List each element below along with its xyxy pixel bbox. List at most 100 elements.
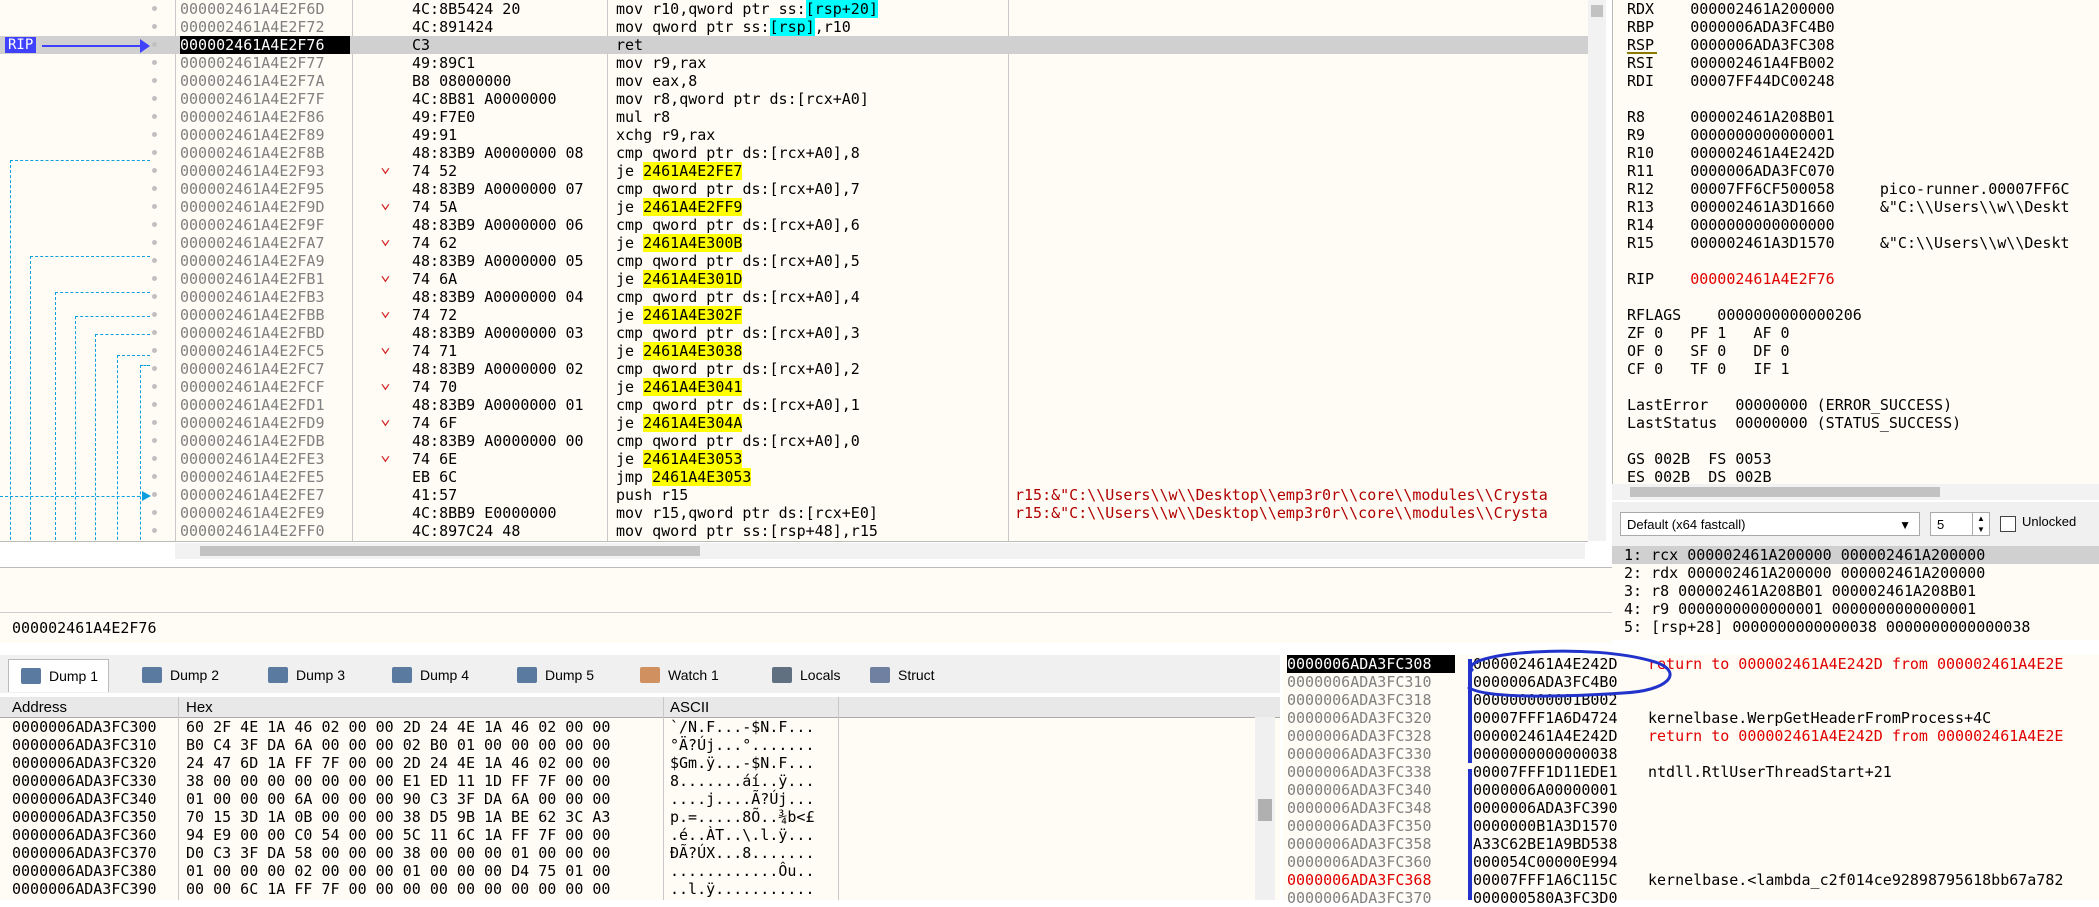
register-line[interactable]: R14 0000000000000000 — [1627, 216, 1835, 234]
breakpoint-dot-icon[interactable] — [152, 294, 157, 299]
breakpoint-dot-icon[interactable] — [152, 276, 157, 281]
tab-dump-5[interactable]: Dump 5 — [505, 659, 604, 691]
breakpoint-dot-icon[interactable] — [152, 510, 157, 515]
dump-row[interactable]: 0000006ADA3FC310 B0 C4 3F DA 6A 00 00 00 … — [0, 736, 1280, 754]
dump-ascii[interactable]: 8.......áí..ÿ... — [670, 772, 815, 790]
disasm-row[interactable]: 000002461A4E2FB1 ⌄ 74 6A je 2461A4E301D — [0, 264, 1588, 288]
jump-target[interactable]: 2461A4E3053 — [643, 450, 743, 468]
stack-row[interactable]: 0000006ADA3FC348 0000006ADA3FC390 — [1283, 799, 2099, 817]
register-line[interactable]: R8 000002461A208B01 — [1627, 108, 1835, 126]
stack-row[interactable]: 0000006ADA3FC370 000000580A3FC3D0 — [1283, 889, 2099, 907]
disasm-row[interactable]: 000002461A4E2F77 49:89C1 mov r9,rax — [0, 54, 1588, 72]
breakpoint-dot-icon[interactable] — [152, 42, 157, 47]
stack-view[interactable]: 0000006ADA3FC308 000002461A4E242D return t… — [1283, 649, 2099, 907]
register-line[interactable]: RBP 0000006ADA3FC4B0 — [1627, 18, 1835, 36]
jump-target[interactable]: 2461A4E300B — [643, 234, 743, 252]
stack-row[interactable]: 0000006ADA3FC330 0000000000000038 — [1283, 745, 2099, 763]
jump-target[interactable]: 2461A4E2FE7 — [643, 162, 743, 180]
register-line[interactable]: R9 0000000000000001 — [1627, 126, 1835, 144]
dump-hex[interactable]: 00 00 6C 1A FF 7F 00 00 00 00 00 00 00 0… — [186, 880, 610, 898]
disasm-row[interactable]: 000002461A4E2F95 48:83B9 A0000000 07 cmp q… — [0, 180, 1588, 198]
dump-hex[interactable]: 60 2F 4E 1A 46 02 00 00 2D 24 4E 1A 46 0… — [186, 718, 610, 736]
register-line[interactable]: RDI 00007FF44DC00248 — [1627, 72, 1835, 90]
register-line[interactable]: GS 002B FS 0053 — [1627, 450, 1772, 468]
scroll-thumb[interactable] — [1258, 799, 1272, 821]
breakpoint-dot-icon[interactable] — [152, 348, 157, 353]
dump-row[interactable]: 0000006ADA3FC380 01 00 00 00 02 00 00 00 … — [0, 862, 1280, 880]
dump-hex[interactable]: 70 15 3D 1A 0B 00 00 00 38 D5 9B 1A BE 6… — [186, 808, 610, 826]
disasm-vertical-scrollbar[interactable] — [1588, 0, 1606, 541]
stack-row[interactable]: 0000006ADA3FC328 000002461A4E242D return t… — [1283, 727, 2099, 745]
breakpoint-dot-icon[interactable] — [152, 438, 157, 443]
disasm-row[interactable]: 000002461A4E2F89 49:91 xchg r9,rax — [0, 126, 1588, 144]
breakpoint-dot-icon[interactable] — [152, 402, 157, 407]
breakpoint-dot-icon[interactable] — [152, 6, 157, 11]
disasm-row[interactable]: 000002461A4E2F7A B8 08000000 mov eax,8 — [0, 72, 1588, 90]
dump-hex[interactable]: B0 C4 3F DA 6A 00 00 00 02 B0 01 00 00 0… — [186, 736, 610, 754]
disasm-row[interactable]: 000002461A4E2FE5 EB 6C jmp 2461A4E3053 — [0, 468, 1588, 486]
disasm-row[interactable]: 000002461A4E2FE3 ⌄ 74 6E je 2461A4E3053 — [0, 444, 1588, 468]
dump-ascii[interactable]: ....j....Ã?Új... — [670, 790, 815, 808]
dump-row[interactable]: 0000006ADA3FC320 24 47 6D 1A FF 7F 00 00 … — [0, 754, 1280, 772]
dump-hex[interactable]: D0 C3 3F DA 58 00 00 00 38 00 00 00 01 0… — [186, 844, 610, 862]
dump-hex[interactable]: 94 E9 00 00 C0 54 00 00 5C 11 6C 1A FF 7… — [186, 826, 610, 844]
stack-row[interactable]: 0000006ADA3FC340 0000006A00000001 — [1283, 781, 2099, 799]
register-line[interactable]: R13 000002461A3D1660 &"C:\\Users\\w\\Des… — [1627, 198, 2070, 216]
scroll-thumb[interactable] — [200, 546, 700, 556]
breakpoint-dot-icon[interactable] — [152, 186, 157, 191]
breakpoint-dot-icon[interactable] — [152, 240, 157, 245]
breakpoint-dot-icon[interactable] — [152, 222, 157, 227]
tab-dump-2[interactable]: Dump 2 — [130, 659, 229, 691]
stack-row[interactable]: 0000006ADA3FC320 00007FFF1A6D4724 kernelba… — [1283, 709, 2099, 727]
dump-row[interactable]: 0000006ADA3FC300 60 2F 4E 1A 46 02 00 00 … — [0, 718, 1280, 736]
register-line[interactable]: LastStatus 00000000 (STATUS_SUCCESS) — [1627, 414, 1961, 432]
disasm-row[interactable]: 000002461A4E2FD1 48:83B9 A0000000 01 cmp q… — [0, 396, 1588, 414]
breakpoint-dot-icon[interactable] — [152, 420, 157, 425]
stack-row[interactable]: 0000006ADA3FC358 A33C62BE1A9BD538 — [1283, 835, 2099, 853]
breakpoint-dot-icon[interactable] — [152, 528, 157, 533]
register-line[interactable]: RDX 000002461A200000 — [1627, 0, 1835, 18]
dump-ascii[interactable]: ..l.ÿ........... — [670, 880, 815, 898]
disasm-row[interactable]: 000002461A4E2FD9 ⌄ 74 6F je 2461A4E304A — [0, 408, 1588, 432]
breakpoint-dot-icon[interactable] — [152, 456, 157, 461]
dump-hex[interactable]: 24 47 6D 1A FF 7F 00 00 2D 24 4E 1A 46 0… — [186, 754, 610, 772]
disasm-row[interactable]: 000002461A4E2FE7 41:57 push r15 r15:&"C:\\U… — [0, 486, 1588, 504]
dump-ascii[interactable]: .é..ÀT..\.l.ÿ... — [670, 826, 815, 844]
breakpoint-dot-icon[interactable] — [152, 492, 157, 497]
register-line[interactable]: ZF 0 PF 1 AF 0 — [1627, 324, 1790, 342]
jump-target[interactable]: 2461A4E301D — [643, 270, 743, 288]
disasm-row[interactable]: 000002461A4E2F93 ⌄ 74 52 je 2461A4E2FE7 — [0, 156, 1588, 180]
jump-target[interactable]: 2461A4E3053 — [652, 468, 752, 486]
disasm-row[interactable]: 000002461A4E2FF0 4C:897C24 48 mov qword pt… — [0, 522, 1588, 540]
register-line[interactable]: RFLAGS 0000000000000206 — [1627, 306, 1862, 324]
breakpoint-dot-icon[interactable] — [152, 60, 157, 65]
unlocked-checkbox[interactable] — [2000, 516, 2016, 532]
breakpoint-dot-icon[interactable] — [152, 384, 157, 389]
jump-target[interactable]: 2461A4E2FF9 — [643, 198, 743, 216]
disasm-row[interactable]: 000002461A4E2F76 C3 ret — [0, 36, 1588, 54]
register-line[interactable]: OF 0 SF 0 DF 0 — [1627, 342, 1790, 360]
dump-ascii[interactable]: `/N.F...-$N.F... — [670, 718, 815, 736]
stack-row[interactable]: 0000006ADA3FC360 000054C00000E994 — [1283, 853, 2099, 871]
registers-view[interactable]: RDX 000002461A200000 RBP 0000006ADA3FC4B0… — [1612, 0, 2099, 540]
breakpoint-dot-icon[interactable] — [152, 150, 157, 155]
breakpoint-dot-icon[interactable] — [152, 96, 157, 101]
disasm-row[interactable]: 000002461A4E2FDB 48:83B9 A0000000 00 cmp q… — [0, 432, 1588, 450]
registers-horizontal-scrollbar[interactable] — [1612, 484, 2099, 500]
disasm-row[interactable]: 000002461A4E2F72 4C:891424 mov qword ptr s… — [0, 18, 1588, 36]
stack-row[interactable]: 0000006ADA3FC368 00007FFF1A6C115C kernelba… — [1283, 871, 2099, 889]
dump-row[interactable]: 0000006ADA3FC360 94 E9 00 00 C0 54 00 00 … — [0, 826, 1280, 844]
dump-row[interactable]: 0000006ADA3FC330 38 00 00 00 00 00 00 00 … — [0, 772, 1280, 790]
dump-ascii[interactable]: ÐÃ?ÚX...8....... — [670, 844, 815, 862]
scroll-up-icon[interactable] — [1591, 5, 1603, 17]
scroll-thumb[interactable] — [1630, 487, 1940, 497]
disasm-row[interactable]: 000002461A4E2F9D ⌄ 74 5A je 2461A4E2FF9 — [0, 192, 1588, 216]
breakpoint-dot-icon[interactable] — [152, 132, 157, 137]
breakpoint-dot-icon[interactable] — [152, 78, 157, 83]
breakpoint-dot-icon[interactable] — [152, 312, 157, 317]
register-line[interactable]: RSI 000002461A4FB002 — [1627, 54, 1835, 72]
breakpoint-dot-icon[interactable] — [152, 114, 157, 119]
dump-hex[interactable]: 38 00 00 00 00 00 00 00 E1 ED 11 1D FF 7… — [186, 772, 610, 790]
register-line[interactable]: R10 000002461A4E242D — [1627, 144, 1835, 162]
dump-ascii[interactable]: °Ä?Új...°....... — [670, 736, 815, 754]
